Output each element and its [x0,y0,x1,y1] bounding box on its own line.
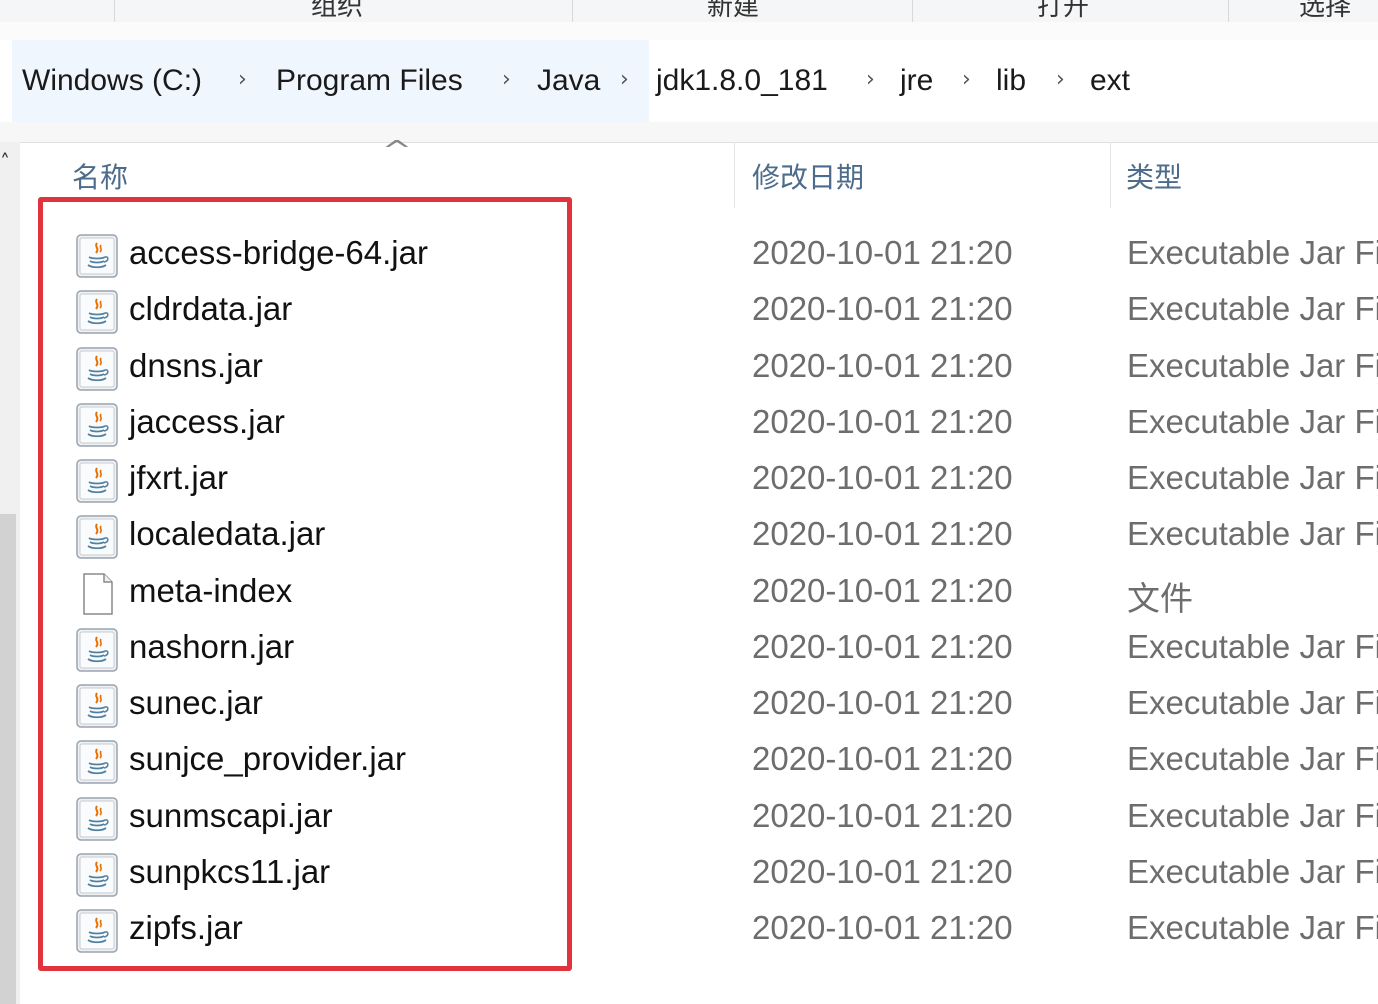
column-header-date[interactable]: 修改日期 [752,142,864,208]
file-modified-date: 2020-10-01 21:20 [752,740,1013,778]
file-type: Executable Jar Fi [1127,684,1378,721]
ribbon-group-label: 新建 [707,0,760,22]
column-header-label: 修改日期 [752,161,865,194]
chevron-up-icon[interactable]: ˄ [0,150,10,174]
sort-ascending-icon: ^ [381,136,413,166]
ribbon-group-label: 组织 [311,0,364,22]
file-type: Executable Jar Fi [1127,796,1378,834]
file-type: Executable Jar Fi [1127,627,1378,665]
file-modified-date: 2020-10-01 21:20 [752,571,1013,609]
breadcrumb-label: jdk1.8.0_181 [656,64,828,97]
column-divider[interactable] [734,142,735,208]
ribbon-group-new[interactable]: 新建 [572,0,913,22]
breadcrumb-item-program-files[interactable]: Program Files [266,40,528,122]
file-modified-date: 2020-10-01 21:20 [752,459,1013,496]
breadcrumb-label: Program Files [276,64,463,97]
ribbon-group-label: 选择 [1299,0,1352,22]
file-type: Executable Jar Fi [1127,909,1378,946]
file-type: Executable Jar Fi [1127,515,1378,553]
file-type: Executable Jar Fi [1127,459,1378,496]
breadcrumb-label: jre [900,64,934,97]
file-type: Executable Jar Fi [1127,346,1378,384]
breadcrumb-item-windows-c[interactable]: Windows (C:) [12,40,266,122]
file-modified-date: 2020-10-01 21:20 [752,627,1013,665]
file-modified-date: 2020-10-01 21:20 [752,346,1013,384]
column-divider[interactable] [1110,142,1111,208]
toolbar-gap [0,122,1378,143]
file-modified-date: 2020-10-01 21:20 [752,796,1013,834]
file-type: 文件 [1127,579,1193,617]
ribbon-group-select[interactable]: 选择 [1228,0,1378,22]
breadcrumb: Windows (C:) › Program Files › Java › jd… [0,40,1378,123]
ribbon-group-open[interactable]: 打开 [912,0,1229,22]
file-type: Executable Jar Fi [1127,402,1378,440]
file-modified-date: 2020-10-01 21:20 [752,515,1013,553]
chevron-right-icon[interactable]: › [620,40,629,122]
file-type: Executable Jar Fi [1127,852,1378,890]
annotation-highlight-box [38,197,572,971]
file-modified-date: 2020-10-01 21:20 [752,402,1013,440]
column-header-label: 类型 [1126,161,1183,194]
chevron-right-icon[interactable]: › [962,40,971,122]
chevron-right-icon[interactable]: › [1056,40,1065,122]
file-modified-date: 2020-10-01 21:20 [752,234,1013,271]
breadcrumb-item-lib[interactable]: lib [996,40,1026,122]
file-modified-date: 2020-10-01 21:20 [752,290,1013,328]
column-header-type[interactable]: 类型 [1126,142,1182,208]
breadcrumb-item-java[interactable]: Java [528,40,649,122]
ribbon-group-label: 打开 [1037,0,1090,22]
ribbon: 组织 新建 打开 选择 [0,0,1378,23]
chevron-right-icon[interactable]: › [866,40,875,122]
file-modified-date: 2020-10-01 21:20 [752,684,1013,721]
breadcrumb-label: lib [996,64,1027,97]
ribbon-separator [0,22,1378,41]
file-modified-date: 2020-10-01 21:20 [752,852,1013,890]
file-type: Executable Jar Fi [1127,740,1378,778]
breadcrumb-label: Windows (C:) [22,64,203,97]
file-type: Executable Jar Fi [1127,234,1378,271]
column-header-label: 名称 [72,161,129,194]
ribbon-group-organize[interactable]: 组织 [114,0,573,22]
chevron-right-icon[interactable]: › [238,40,247,122]
breadcrumb-label: ext [1090,64,1131,97]
file-type: Executable Jar Fi [1127,290,1378,328]
breadcrumb-item-jdk[interactable]: jdk1.8.0_181 [656,40,828,122]
breadcrumb-label: Java [537,64,601,97]
breadcrumb-item-jre[interactable]: jre [900,40,933,122]
chevron-right-icon[interactable]: › [502,40,511,122]
file-modified-date: 2020-10-01 21:20 [752,909,1013,946]
breadcrumb-item-ext[interactable]: ext [1090,40,1130,122]
